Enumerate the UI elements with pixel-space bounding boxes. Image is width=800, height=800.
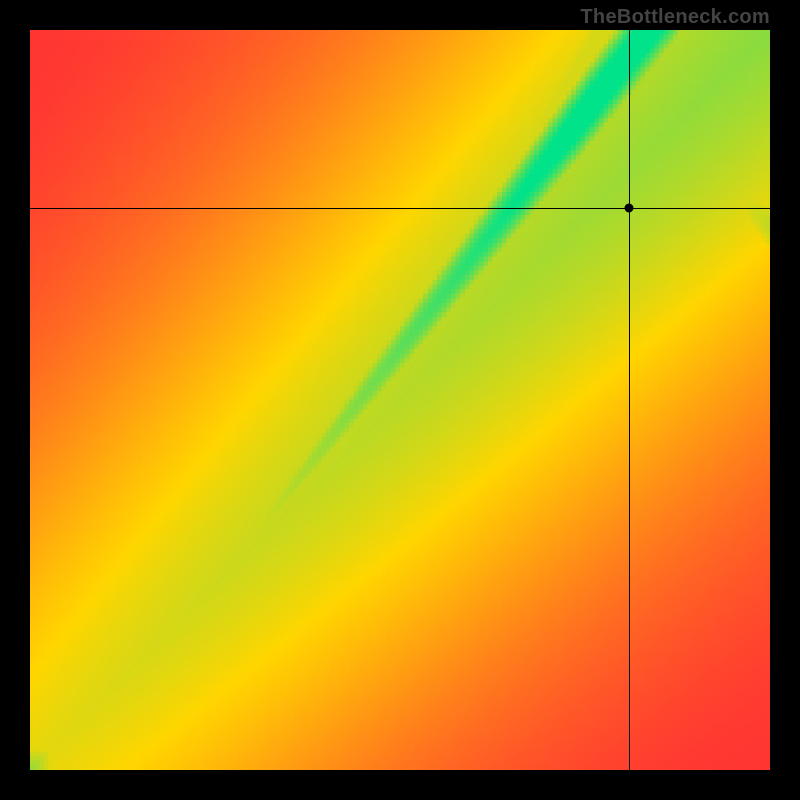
chart-frame: TheBottleneck.com [0,0,800,800]
heatmap-canvas [30,30,770,770]
marker-dot [625,203,634,212]
crosshair-vertical [629,30,630,770]
watermark-text: TheBottleneck.com [580,6,770,29]
crosshair-horizontal [30,208,770,209]
